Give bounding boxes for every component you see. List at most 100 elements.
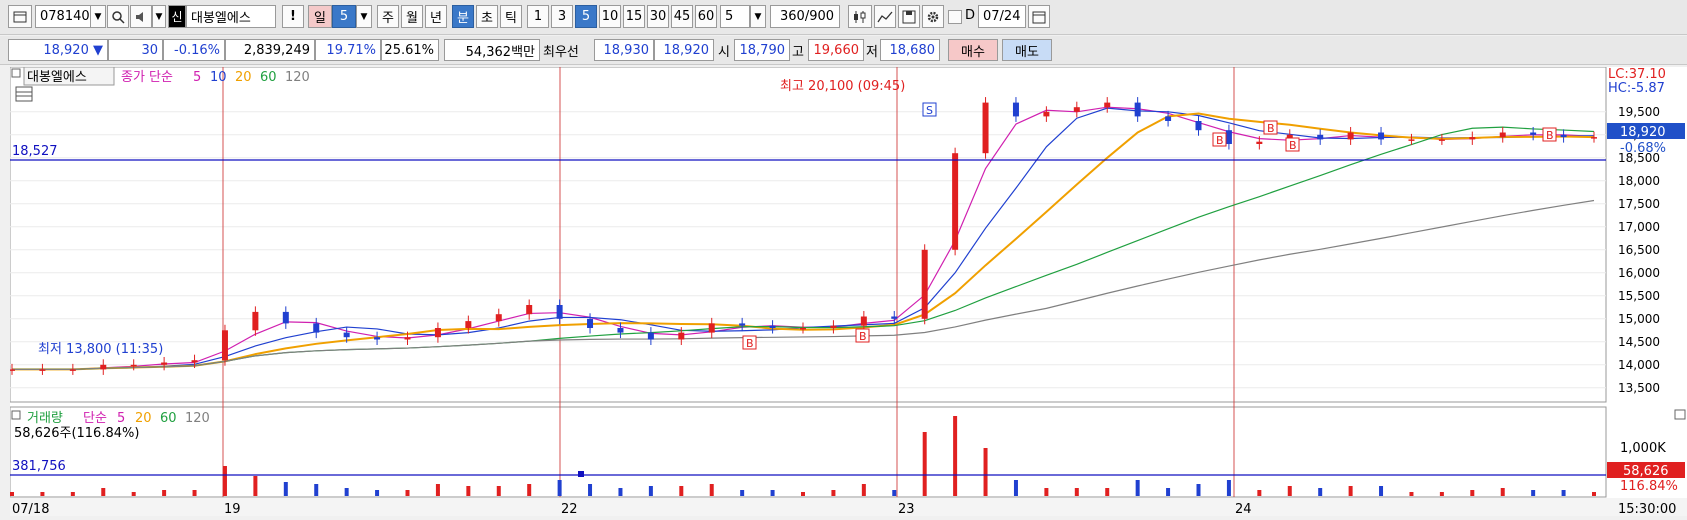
stock-code-input[interactable]: 078140: [35, 5, 91, 28]
volume-bar: [435, 484, 440, 496]
tab-minute[interactable]: 분: [452, 5, 474, 28]
calendar-icon[interactable]: [1028, 5, 1050, 28]
high-price: 19,660: [808, 39, 864, 61]
interval-5[interactable]: 5: [575, 5, 597, 28]
menu-icon[interactable]: [8, 5, 32, 28]
tab-week[interactable]: 주: [377, 5, 399, 28]
y-tick-label: 15,500: [1618, 289, 1660, 303]
tab-year[interactable]: 년: [425, 5, 447, 28]
candle-body: [1378, 132, 1385, 140]
candle-body: [161, 362, 168, 365]
chevron-down-icon[interactable]: ▼: [356, 5, 372, 28]
chevron-down-icon[interactable]: ▼: [750, 5, 766, 28]
date-input[interactable]: 07/24: [978, 5, 1026, 28]
candle-body: [313, 323, 320, 333]
low-label: 저: [866, 44, 878, 60]
candle-body: [374, 337, 381, 340]
tab-second[interactable]: 초: [476, 5, 498, 28]
interval-3[interactable]: 3: [551, 5, 573, 28]
candle-body: [1012, 102, 1019, 117]
tab-month[interactable]: 월: [401, 5, 423, 28]
interval-1[interactable]: 1: [527, 5, 549, 28]
legend-ma5: 5: [193, 70, 201, 85]
candle-body: [1499, 132, 1506, 138]
candle-body: [130, 364, 137, 367]
current-price: 18,920 ▼: [8, 39, 108, 61]
chevron-down-icon[interactable]: ▼: [90, 5, 106, 28]
volume-panel-close-icon[interactable]: [1674, 409, 1686, 420]
signal-b-marker-label: B: [1546, 129, 1554, 142]
candle-body: [800, 328, 806, 330]
sell-button[interactable]: 매도: [1002, 39, 1052, 61]
last-volume-pct: 116.84%: [1620, 479, 1678, 494]
volume-bar: [222, 466, 227, 496]
speaker-icon[interactable]: [130, 5, 152, 28]
candle-body: [100, 364, 107, 370]
time-label-23: 23: [898, 502, 915, 516]
candle-body: [769, 325, 776, 328]
signal-b-marker-label: B: [1216, 134, 1224, 147]
tab-tick[interactable]: 틱: [500, 5, 522, 28]
candle-type-icon[interactable]: [848, 5, 872, 28]
interval-45[interactable]: 45: [671, 5, 693, 28]
chart-area[interactable]: 13,500 14,000 14,500 15,000 15,500 16,000 16,5…: [9, 66, 1687, 517]
last-pct-text: -0.68%: [1620, 141, 1666, 156]
interval-60[interactable]: 60: [695, 5, 717, 28]
volume-bar: [466, 486, 471, 496]
volume-bar: [679, 486, 684, 496]
line-chart-icon[interactable]: [874, 5, 896, 28]
candle-body: [1347, 132, 1354, 140]
d-checkbox[interactable]: [948, 10, 962, 24]
volume-bar: [953, 416, 958, 496]
candle-body: [252, 311, 259, 331]
volume-bar: [801, 492, 805, 496]
candle-body: [434, 328, 441, 338]
search-icon[interactable]: [107, 5, 129, 28]
candle-body: [1469, 137, 1476, 140]
save-icon[interactable]: [898, 5, 920, 28]
ref-line-label: 18,527: [12, 144, 58, 159]
volume-bar: [618, 488, 623, 496]
interval-10[interactable]: 10: [599, 5, 621, 28]
stock-name-field[interactable]: 대봉엘에스: [186, 5, 276, 28]
chevron-down-icon[interactable]: ▼: [152, 5, 166, 28]
candle-body: [1073, 107, 1080, 112]
legend-stock-name: 대봉엘에스: [27, 70, 87, 85]
candle-body: [9, 369, 15, 371]
volume-bar: [283, 482, 288, 496]
volume-bar: [162, 490, 167, 496]
best-bid: 18,920: [654, 39, 714, 61]
volume-bar: [770, 490, 775, 496]
price-value: 18,920: [43, 42, 89, 58]
buy-button[interactable]: 매수: [948, 39, 998, 61]
volume-bar: [709, 484, 714, 496]
candle-body: [1134, 102, 1141, 117]
candle-body: [739, 323, 746, 326]
last-volume-text: 58,626: [1623, 464, 1669, 479]
day-count[interactable]: 5: [332, 5, 356, 28]
candle-body: [708, 323, 715, 333]
view-count-field[interactable]: 360/900: [770, 5, 840, 28]
candle-body: [1225, 130, 1232, 144]
ratio-pct: 25.61%: [381, 39, 439, 61]
candle-body: [556, 305, 563, 319]
table-icon[interactable]: [15, 86, 33, 102]
interval-30[interactable]: 30: [647, 5, 669, 28]
high-label: 고: [792, 44, 804, 60]
alert-button[interactable]: !: [282, 5, 304, 28]
candle-body: [191, 360, 198, 363]
volume-bar: [983, 448, 988, 496]
gear-icon[interactable]: [922, 5, 944, 28]
tab-day[interactable]: 일: [308, 5, 332, 28]
volume-bar: [1044, 488, 1049, 496]
legend-toggle[interactable]: [11, 68, 21, 78]
y-tick-label: 17,000: [1618, 220, 1660, 234]
interval-15[interactable]: 15: [623, 5, 645, 28]
price-volume-chart[interactable]: 13,500 14,000 14,500 15,000 15,500 16,000 16,5…: [9, 66, 1687, 517]
toolbar: 078140 ▼ ▼ 신 대봉엘에스 ! 일 5 ▼ 주 월 년 분 초 틱 1…: [0, 0, 1687, 35]
last-price-text: 18,920: [1620, 125, 1666, 140]
volume-legend-toggle[interactable]: [11, 410, 21, 420]
volume-bar: [1105, 488, 1110, 496]
custom-interval-input[interactable]: 5: [720, 5, 750, 28]
legend-ma-label: 종가 단순: [121, 70, 173, 85]
